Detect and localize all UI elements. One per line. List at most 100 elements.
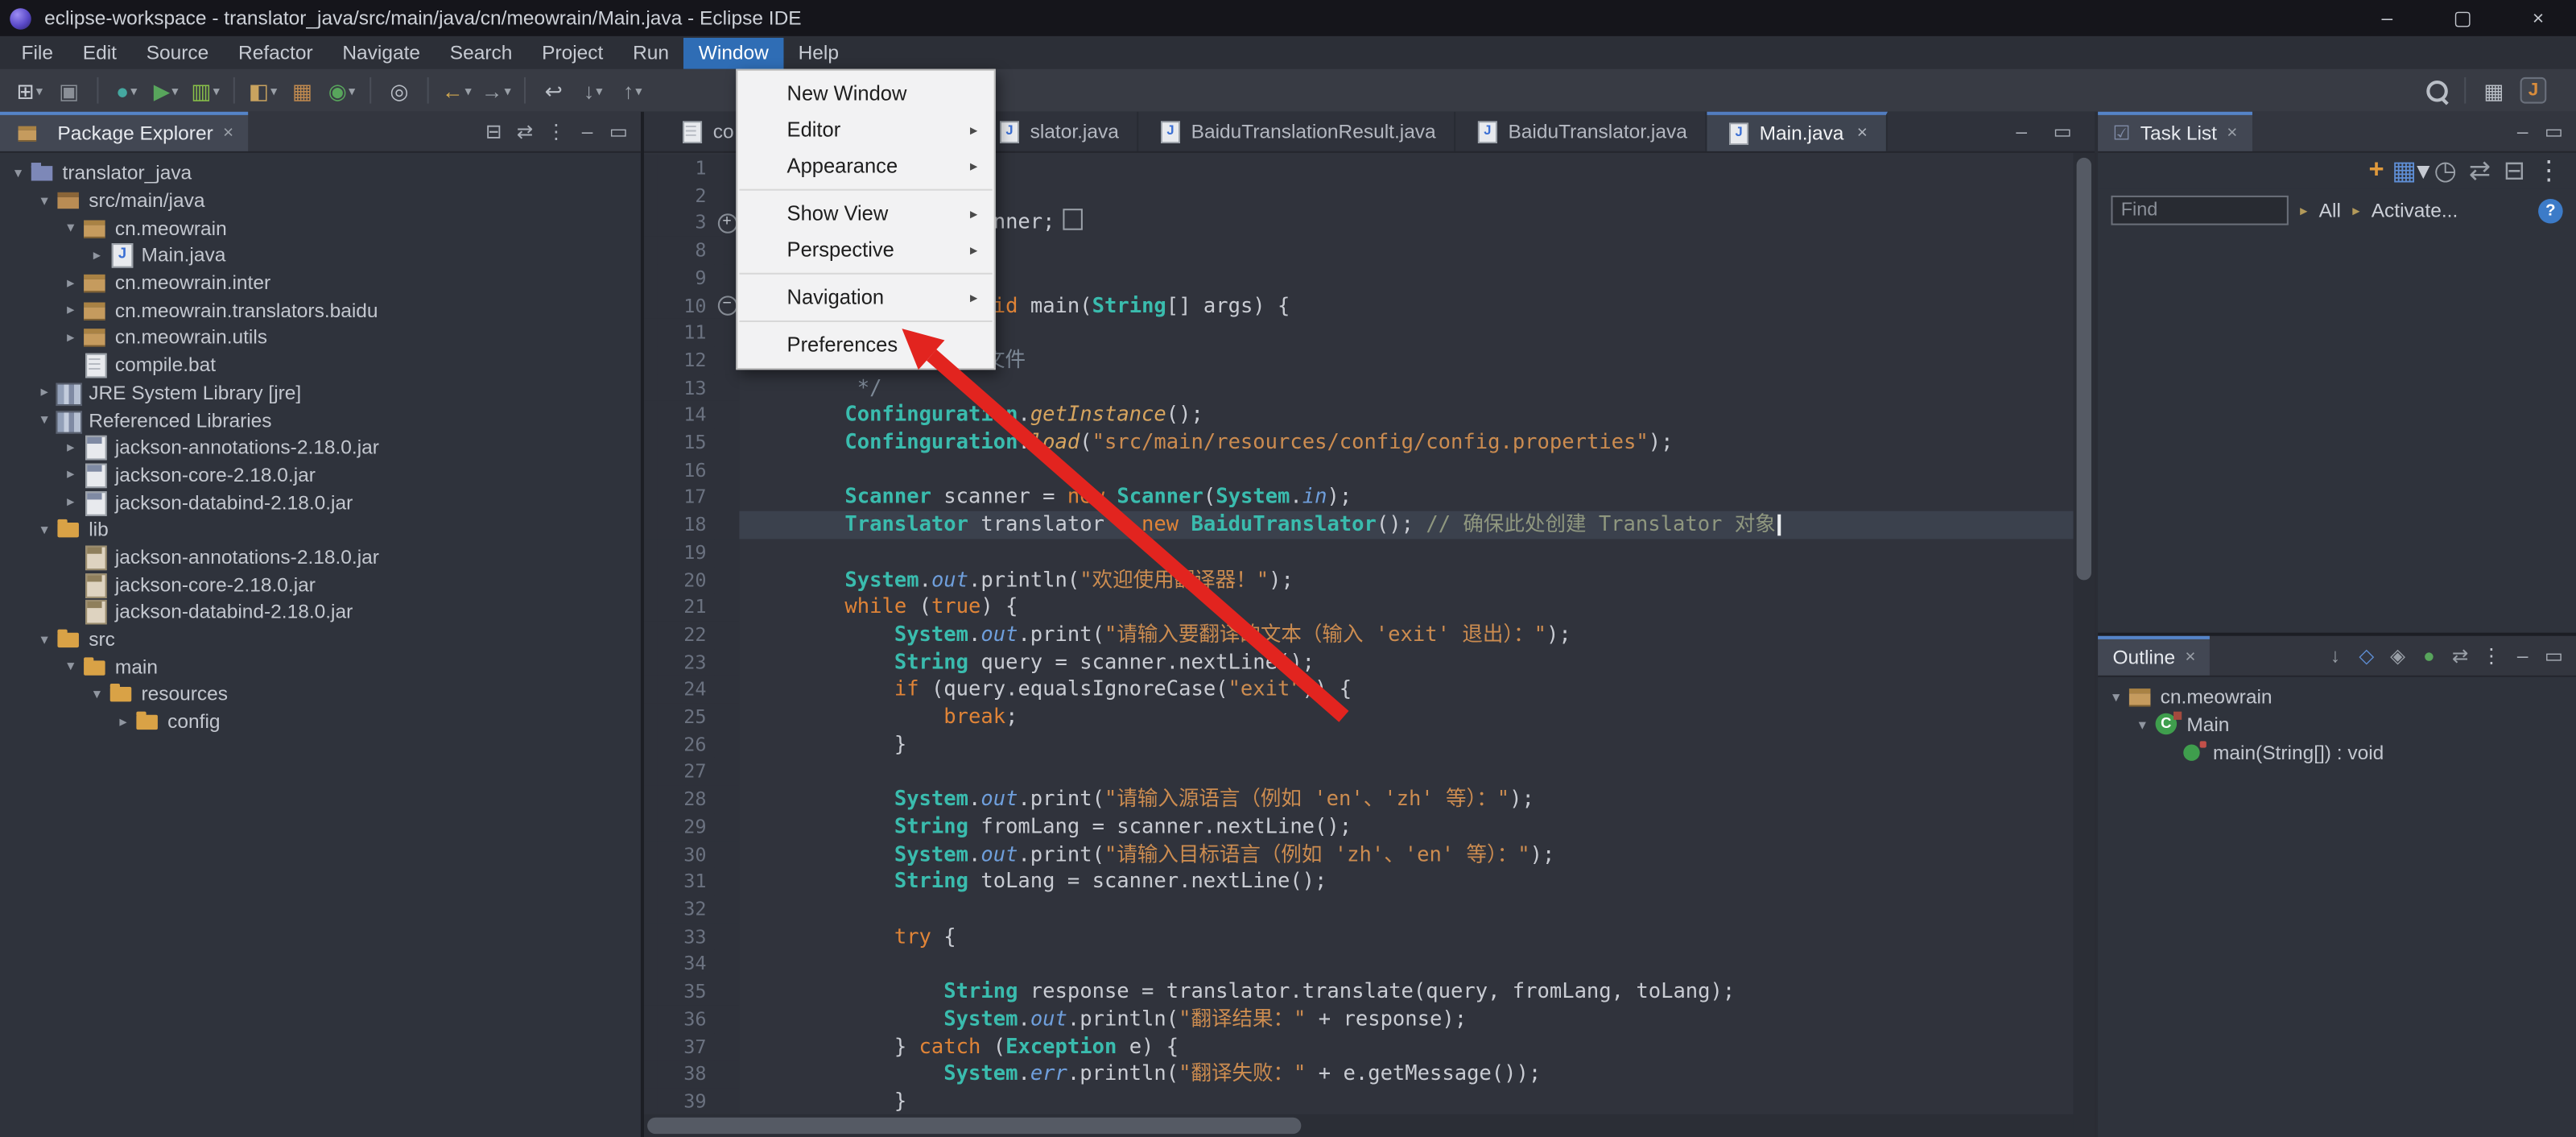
help-icon[interactable]: ? xyxy=(2538,198,2563,223)
menu-project[interactable]: Project xyxy=(527,37,618,68)
editor-tab[interactable]: slator.java xyxy=(977,112,1138,151)
back-icon[interactable]: ←▾ xyxy=(437,72,477,109)
expand-chevron-icon[interactable]: ▸ xyxy=(112,713,135,730)
menu-run[interactable]: Run xyxy=(618,37,684,68)
minimize-icon[interactable]: – xyxy=(2006,117,2037,147)
view-menu-icon[interactable]: ⋮ xyxy=(2476,641,2508,671)
all-filter-link[interactable]: All xyxy=(2319,199,2341,222)
tree-item[interactable]: ▾src/main/java xyxy=(0,187,641,214)
new-java-project-icon[interactable]: ◧▾ xyxy=(243,72,283,109)
scheduled-icon[interactable]: ◷ xyxy=(2428,155,2462,187)
open-perspective-icon[interactable]: ▦ xyxy=(2474,72,2513,109)
editor-tab[interactable]: Main.java× xyxy=(1707,112,1887,151)
close-icon[interactable]: × xyxy=(223,123,233,143)
expand-chevron-icon[interactable]: ▸ xyxy=(59,301,82,319)
expand-chevron-icon[interactable]: ▾ xyxy=(2131,716,2154,734)
tree-item[interactable]: main(String[]) : void xyxy=(2098,738,2576,766)
new-class-icon[interactable]: ◉▾ xyxy=(322,72,361,109)
menu-refactor[interactable]: Refactor xyxy=(224,37,328,68)
tree-item[interactable]: jackson-annotations-2.18.0.jar xyxy=(0,544,641,571)
tree-item[interactable]: jackson-databind-2.18.0.jar xyxy=(0,598,641,626)
tree-item[interactable]: ▸cn.meowrain.inter xyxy=(0,269,641,296)
minimize-button[interactable]: – xyxy=(2349,0,2425,36)
minimize-icon[interactable]: – xyxy=(2507,641,2538,671)
close-icon[interactable]: × xyxy=(1857,123,1868,143)
menu-help[interactable]: Help xyxy=(783,37,853,68)
tree-item[interactable]: ▾cn.meowrain xyxy=(2098,684,2576,711)
maximize-icon[interactable]: ▭ xyxy=(2538,117,2570,147)
minimize-icon[interactable]: – xyxy=(572,117,603,147)
tree-item[interactable]: ▸JRE System Library [jre] xyxy=(0,378,641,406)
window-menu-preferences[interactable]: Preferences xyxy=(737,327,993,363)
window-menu-perspective[interactable]: Perspective▸ xyxy=(737,232,993,268)
package-explorer-tree[interactable]: ▾translator_java▾src/main/java▾cn.meowra… xyxy=(0,153,641,735)
expand-chevron-icon[interactable]: ▾ xyxy=(33,192,56,209)
window-menu-editor[interactable]: Editor▸ xyxy=(737,112,993,148)
link-with-editor-icon[interactable]: ⇄ xyxy=(2462,155,2497,187)
close-button[interactable]: × xyxy=(2500,0,2576,36)
horizontal-scrollbar[interactable] xyxy=(644,1114,2074,1137)
previous-annotation-icon[interactable]: ↑▾ xyxy=(613,72,652,109)
tree-item[interactable]: ▾Referenced Libraries xyxy=(0,406,641,433)
menu-navigate[interactable]: Navigate xyxy=(328,37,435,68)
open-task-icon[interactable]: ◎ xyxy=(379,72,419,109)
java-perspective-icon[interactable]: J xyxy=(2513,72,2553,109)
menu-edit[interactable]: Edit xyxy=(68,37,131,68)
fold-collapse-icon[interactable]: − xyxy=(717,296,737,315)
sort-icon[interactable]: ↓ xyxy=(2320,641,2351,671)
expand-chevron-icon[interactable]: ▾ xyxy=(59,219,82,237)
hide-static-icon[interactable]: ◈ xyxy=(2382,641,2413,671)
menu-file[interactable]: File xyxy=(6,37,68,68)
tree-item[interactable]: ▸Main.java xyxy=(0,242,641,269)
tree-item[interactable]: ▸cn.meowrain.utils xyxy=(0,324,641,351)
outline-tree[interactable]: ▾cn.meowrain▾Mainmain(String[]) : void xyxy=(2098,677,2576,766)
tree-item[interactable]: jackson-core-2.18.0.jar xyxy=(0,571,641,598)
new-package-icon[interactable]: ▦ xyxy=(283,72,322,109)
window-menu-appearance[interactable]: Appearance▸ xyxy=(737,148,993,184)
fold-expand-icon[interactable]: + xyxy=(717,213,737,233)
tree-item[interactable]: ▾Main xyxy=(2098,711,2576,738)
horizontal-scrollbar-thumb[interactable] xyxy=(647,1118,1301,1134)
expand-chevron-icon[interactable]: ▸ xyxy=(59,438,82,456)
hide-non-public-icon[interactable]: ● xyxy=(2413,641,2445,671)
close-icon[interactable]: × xyxy=(2185,647,2195,667)
tree-item[interactable]: ▾translator_java xyxy=(0,159,641,187)
expand-chevron-icon[interactable]: ▾ xyxy=(33,631,56,648)
debug-icon[interactable]: ●▾ xyxy=(107,72,147,109)
maximize-icon[interactable]: ▭ xyxy=(603,117,634,147)
maximize-button[interactable]: ▢ xyxy=(2425,0,2500,36)
package-explorer-tab[interactable]: Package Explorer × xyxy=(0,112,248,151)
tree-item[interactable]: compile.bat xyxy=(0,351,641,378)
tree-item[interactable]: ▾src xyxy=(0,626,641,653)
coverage-icon[interactable]: ▥▾ xyxy=(186,72,225,109)
link-with-editor-icon[interactable]: ⇄ xyxy=(510,117,541,147)
outline-tab[interactable]: Outline × xyxy=(2098,636,2211,676)
tree-item[interactable]: ▸jackson-core-2.18.0.jar xyxy=(0,461,641,489)
vertical-scrollbar[interactable] xyxy=(2074,153,2095,1114)
window-menu-new-window[interactable]: New Window xyxy=(737,76,993,112)
vertical-scrollbar-thumb[interactable] xyxy=(2077,158,2091,580)
editor-tab[interactable]: BaiduTranslationResult.java xyxy=(1138,112,1455,151)
menu-source[interactable]: Source xyxy=(131,37,223,68)
close-icon[interactable]: × xyxy=(2227,123,2237,143)
expand-chevron-icon[interactable]: ▾ xyxy=(33,411,56,428)
link-with-editor-icon[interactable]: ⇄ xyxy=(2445,641,2476,671)
tree-item[interactable]: ▸config xyxy=(0,708,641,735)
collapse-all-icon[interactable]: ⊟ xyxy=(478,117,510,147)
hide-fields-icon[interactable]: ◇ xyxy=(2351,641,2382,671)
collapse-all-icon[interactable]: ⊟ xyxy=(2497,155,2532,187)
tree-item[interactable]: ▾cn.meowrain xyxy=(0,214,641,242)
new-wizard-icon[interactable]: ⊞▾ xyxy=(10,72,49,109)
view-menu-icon[interactable]: ⋮ xyxy=(2532,155,2566,187)
window-menu-navigation[interactable]: Navigation▸ xyxy=(737,279,993,316)
expand-chevron-icon[interactable]: ▸ xyxy=(59,274,82,291)
find-actions-icon[interactable] xyxy=(2417,72,2456,109)
expand-chevron-icon[interactable]: ▾ xyxy=(2104,688,2128,706)
tree-item[interactable]: ▸jackson-databind-2.18.0.jar xyxy=(0,489,641,516)
minimize-icon[interactable]: – xyxy=(2507,117,2538,147)
tree-item[interactable]: ▸cn.meowrain.translators.baidu xyxy=(0,296,641,324)
tree-item[interactable]: ▾lib xyxy=(0,516,641,544)
expand-chevron-icon[interactable]: ▾ xyxy=(33,520,56,538)
maximize-icon[interactable]: ▭ xyxy=(2538,641,2570,671)
categorized-icon[interactable]: ▦▾ xyxy=(2393,155,2428,187)
